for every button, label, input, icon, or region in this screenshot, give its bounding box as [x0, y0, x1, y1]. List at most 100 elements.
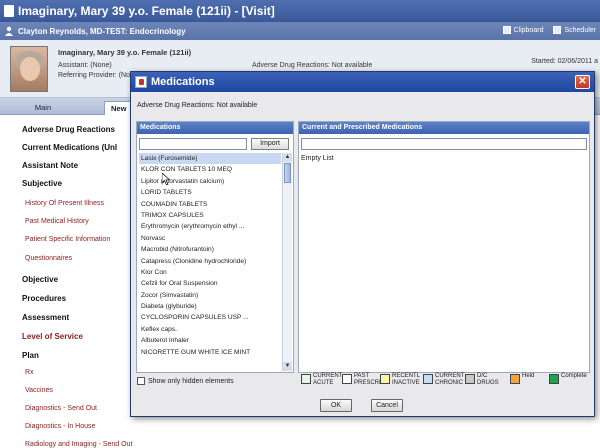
ok-button[interactable]: OK [320, 399, 352, 412]
legend-label-line2: ACUTE [313, 380, 334, 386]
sidebar-item[interactable]: Plan [22, 351, 39, 360]
patient-photo [10, 46, 48, 92]
legend-swatch [380, 374, 390, 384]
user-name: Clayton Reynolds, MD-TEST: Endocrinology [18, 26, 186, 36]
app-title-bar: Imaginary, Mary 39 y.o. Female (121ii) -… [0, 0, 600, 22]
legend-swatch [549, 374, 559, 384]
assistant-text: Assistant: (None) [58, 62, 112, 69]
show-hidden-label: Show only hidden elements [148, 377, 234, 385]
sidebar-item[interactable]: Diagnostics - In House [25, 423, 95, 430]
sidebar-item[interactable]: Adverse Drug Reactions [22, 125, 115, 134]
medication-item[interactable]: Albuterol Inhaler [139, 335, 281, 346]
sidebar-item[interactable]: Objective [22, 275, 58, 284]
tab-main[interactable]: Main [20, 101, 66, 115]
cancel-button[interactable]: Cancel [371, 399, 403, 412]
scroll-thumb[interactable] [284, 163, 291, 183]
legend-label: D/C DRUGS [477, 373, 499, 387]
medication-item[interactable]: Macrobid (Nitrofurantoin) [139, 244, 281, 255]
medication-item[interactable]: Norvasc [139, 233, 281, 244]
user-bar: Clayton Reynolds, MD-TEST: Endocrinology… [0, 22, 600, 40]
sidebar-item[interactable]: Subjective [22, 179, 62, 188]
scheduler-icon [553, 26, 562, 34]
medication-item[interactable]: Erythromycin (erythromycin ethyl ... [139, 221, 281, 232]
dialog-adr-note: Adverse Drug Reactions: Not available [137, 102, 258, 109]
sidebar-item[interactable]: Procedures [22, 294, 66, 303]
tab-new[interactable]: New [104, 101, 134, 115]
clipboard-button[interactable]: Clipboard [502, 26, 544, 34]
medication-item[interactable]: LORID TABLETS [139, 187, 281, 198]
started-date: Started: 02/06/2011 a [531, 58, 598, 65]
legend-label-line1: RECENTL [392, 373, 421, 379]
current-medications-header: Current and Prescribed Medications [299, 122, 589, 134]
medications-pane: Medications Import Lasix (Furosemide) KLO… [136, 121, 294, 373]
current-medications-pane: Current and Prescribed Medications Empty… [298, 121, 590, 373]
scheduler-button[interactable]: Scheduler [553, 26, 596, 34]
medication-item[interactable]: Zocor (Simvastatin) [139, 290, 281, 301]
sidebar-item[interactable]: History Of Present Illness [25, 200, 104, 207]
legend-label: Complete [561, 373, 587, 380]
legend-label: Held [522, 373, 534, 380]
legend-label-line2: INACTIVE [392, 380, 420, 386]
medication-item[interactable]: Diabeta (glyburide) [139, 301, 281, 312]
referring-provider: Referring Provider: (Nor [58, 72, 133, 79]
medication-item[interactable]: Catapress (Clonidine hydrochloride) [139, 256, 281, 267]
sidebar-item[interactable]: Assistant Note [22, 161, 78, 170]
sidebar-item[interactable]: Patient Specific Information [25, 236, 110, 243]
sidebar-item[interactable]: Rx [25, 369, 34, 376]
medication-item[interactable]: Cefzil for Oral Suspension [139, 278, 281, 289]
medications-header: Medications [137, 122, 293, 134]
show-hidden-checkbox[interactable]: Show only hidden elements [137, 377, 234, 385]
legend-item: RECENTL INACTIVE [380, 373, 420, 393]
legend-label: RECENTL INACTIVE [392, 373, 420, 387]
legend-item: Held [510, 373, 534, 393]
dialog-title: Medications [151, 76, 215, 88]
checkbox-icon[interactable] [137, 377, 145, 385]
medication-scrollbar[interactable]: ▲ ▼ [282, 153, 292, 371]
legend-swatch [510, 374, 520, 384]
legend-item: PAST PRESCRIE [342, 373, 385, 393]
medication-item[interactable]: TRIMOX CAPSULES [139, 210, 281, 221]
legend-label-line1: CURRENT [313, 373, 343, 379]
legend-item: CURRENT ACUTE [301, 373, 342, 393]
legend-label: CURRENT CHRONIC [435, 373, 464, 387]
legend-swatch [342, 374, 352, 384]
legend-swatch [301, 374, 311, 384]
dialog-title-bar: Medications ✕ [131, 72, 594, 92]
sidebar-item[interactable]: Questionnaires [25, 255, 72, 262]
sidebar-item[interactable]: Level of Service [22, 332, 83, 341]
close-button[interactable]: ✕ [575, 75, 590, 89]
clipboard-label: Clipboard [513, 26, 544, 34]
adr-status: Adverse Drug Reactions: Not available [252, 62, 373, 69]
medication-item[interactable]: Klor Con [139, 267, 281, 278]
sidebar-item[interactable]: Assessment [22, 313, 69, 322]
scheduler-label: Scheduler [564, 26, 596, 34]
sidebar-item[interactable]: Radiology and Imaging - Send Out [25, 441, 132, 448]
legend-label-line1: CURRENT [435, 373, 465, 379]
medication-item[interactable]: Lipitor (Atorvastatin calcium) [139, 176, 281, 187]
medication-list: Lasix (Furosemide) KLOR CON TABLETS 10 ME… [139, 153, 281, 371]
import-button[interactable]: Import [251, 138, 289, 150]
current-medications-filter[interactable] [301, 138, 587, 150]
empty-list-text: Empty List [301, 155, 334, 162]
medication-item[interactable]: Keflex caps. [139, 324, 281, 335]
mouse-cursor-icon [162, 173, 170, 185]
sidebar-item[interactable]: Vaccines [25, 387, 53, 394]
scroll-up-icon[interactable]: ▲ [283, 153, 292, 162]
medication-item[interactable]: Lasix (Furosemide) [139, 153, 281, 165]
medication-search-input[interactable] [139, 138, 247, 150]
legend-item: Complete [549, 373, 587, 393]
medication-item[interactable]: NICORETTE GUM WHITE ICE MINT [139, 347, 281, 358]
app-icon [4, 5, 14, 17]
medication-item[interactable]: KLOR CON TABLETS 10 MEQ [139, 164, 281, 175]
legend-label-line1: D/C [477, 373, 488, 379]
clipboard-icon [502, 26, 511, 34]
medication-item[interactable]: CYCLOSPORIN CAPSULES USP ... [139, 312, 281, 323]
sidebar-item[interactable]: Current Medications (Unl [22, 143, 117, 152]
medication-item[interactable]: COUMADIN TABLETS [139, 199, 281, 210]
sidebar: Adverse Drug Reactions Current Medication… [0, 115, 132, 448]
sidebar-item[interactable]: Diagnostics - Send Out [25, 405, 97, 412]
person-icon [5, 26, 13, 36]
legend-item: CURRENT CHRONIC [423, 373, 464, 393]
scroll-down-icon[interactable]: ▼ [283, 362, 292, 371]
sidebar-item[interactable]: Past Medical History [25, 218, 89, 225]
